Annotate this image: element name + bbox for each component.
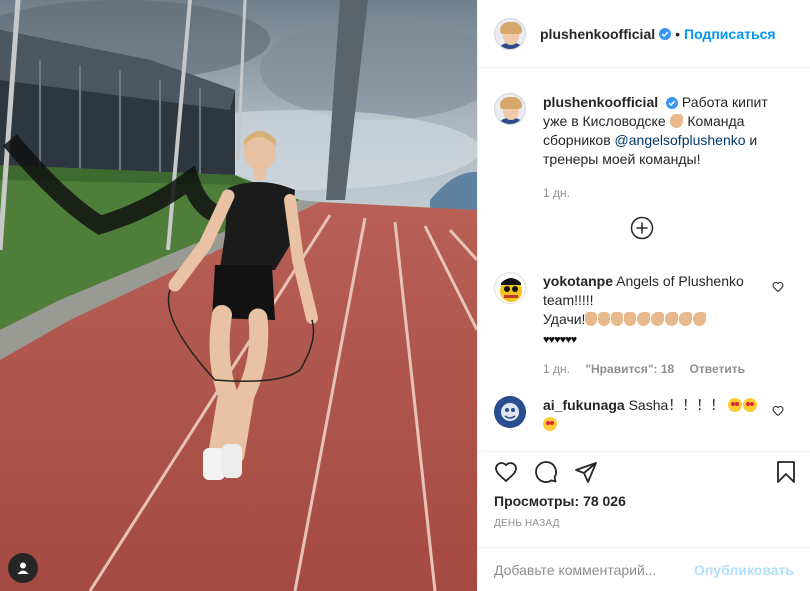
post-side-panel: plushenkoofficial • Подписаться plushenk… (478, 0, 810, 591)
comments-list[interactable]: plushenkoofficial Работа кипит уже в Кис… (478, 69, 810, 451)
flexed-biceps-emoji-icon (651, 312, 665, 326)
views-label: Просмотры: (494, 493, 580, 509)
plus-circle-icon[interactable] (630, 216, 654, 240)
post-actions: Просмотры: 78 026 День назад (478, 451, 810, 534)
caption-mention-link[interactable]: @angelsofplushenko (615, 132, 746, 148)
flexed-biceps-emoji-icon (679, 312, 693, 326)
reply-button[interactable]: Ответить (690, 362, 745, 376)
comment-likes[interactable]: "Нравится": 18 (585, 362, 674, 376)
user-tag-icon[interactable] (8, 553, 38, 583)
star-struck-emoji-icon (728, 398, 743, 412)
comment-item: ai_fukunaga Sasha！！！！ (494, 396, 768, 434)
post-date[interactable]: День назад (494, 518, 560, 529)
post-comment-button[interactable]: Опубликовать (694, 562, 794, 578)
comment-text: ai_fukunaga Sasha！！！！ (543, 396, 768, 434)
comment-like-heart-icon[interactable] (772, 405, 784, 417)
comment-input[interactable] (494, 561, 694, 578)
verified-badge-icon (659, 27, 672, 40)
thumbs-up-emoji-icon (598, 312, 611, 326)
comment-text: yokotanpe Angels of Plushenko team!!!!! … (543, 272, 768, 350)
comment-text-part2: ！！！！ (668, 397, 725, 413)
caption-username[interactable]: plushenkoofficial (543, 94, 658, 110)
star-struck-emoji-icon (543, 417, 557, 431)
bookmark-icon[interactable] (774, 460, 798, 484)
flexed-biceps-emoji-icon (693, 312, 707, 326)
author-avatar[interactable] (494, 17, 526, 50)
flexed-biceps-emoji-icon (637, 312, 651, 326)
thumbs-up-emoji-icon (611, 312, 624, 326)
caption-author-avatar[interactable] (494, 93, 526, 125)
follow-button[interactable]: Подписаться (684, 26, 776, 42)
black-hearts-emoji-icon: ♥♥♥♥♥♥ (543, 334, 577, 346)
flexed-biceps-emoji-icon (665, 312, 679, 326)
commenter-avatar[interactable] (494, 272, 526, 304)
thumbs-up-emoji-icon (624, 312, 637, 326)
comment-text-part1: Sasha (628, 397, 669, 413)
video-frame-image (0, 0, 477, 591)
comment-text-part2: Удачи! (543, 311, 586, 327)
caption-text: plushenkoofficial Работа кипит уже в Кис… (543, 93, 768, 169)
header-separator: • (675, 25, 681, 42)
post-header: plushenkoofficial • Подписаться (478, 0, 810, 68)
caption-time[interactable]: 1 дн. (543, 186, 570, 200)
add-comment-bar: Опубликовать (478, 547, 810, 591)
thumbs-up-emoji-icon (585, 312, 598, 326)
comment-username[interactable]: yokotanpe (543, 273, 613, 289)
post-video[interactable] (0, 0, 477, 591)
caption-item: plushenkoofficial Работа кипит уже в Кис… (494, 93, 768, 203)
star-struck-emoji-icon (743, 398, 758, 412)
comment-like-heart-icon[interactable] (772, 281, 784, 293)
comment-item: yokotanpe Angels of Plushenko team!!!!! … (494, 272, 768, 379)
share-icon[interactable] (574, 460, 598, 484)
comment-meta: 1 дн. "Нравится": 18 Ответить (543, 360, 768, 379)
comment-username[interactable]: ai_fukunaga (543, 397, 625, 413)
comment-time[interactable]: 1 дн. (543, 362, 570, 376)
commenter-avatar[interactable] (494, 396, 526, 428)
flexed-biceps-emoji-icon (669, 114, 683, 128)
author-username[interactable]: plushenkoofficial (540, 26, 655, 42)
views-value: 78 026 (583, 493, 626, 509)
verified-badge-icon (666, 97, 679, 109)
caption-meta: 1 дн. (543, 184, 768, 203)
comment-icon[interactable] (534, 460, 558, 484)
heart-icon[interactable] (494, 460, 518, 484)
views-count[interactable]: Просмотры: 78 026 (494, 493, 626, 509)
